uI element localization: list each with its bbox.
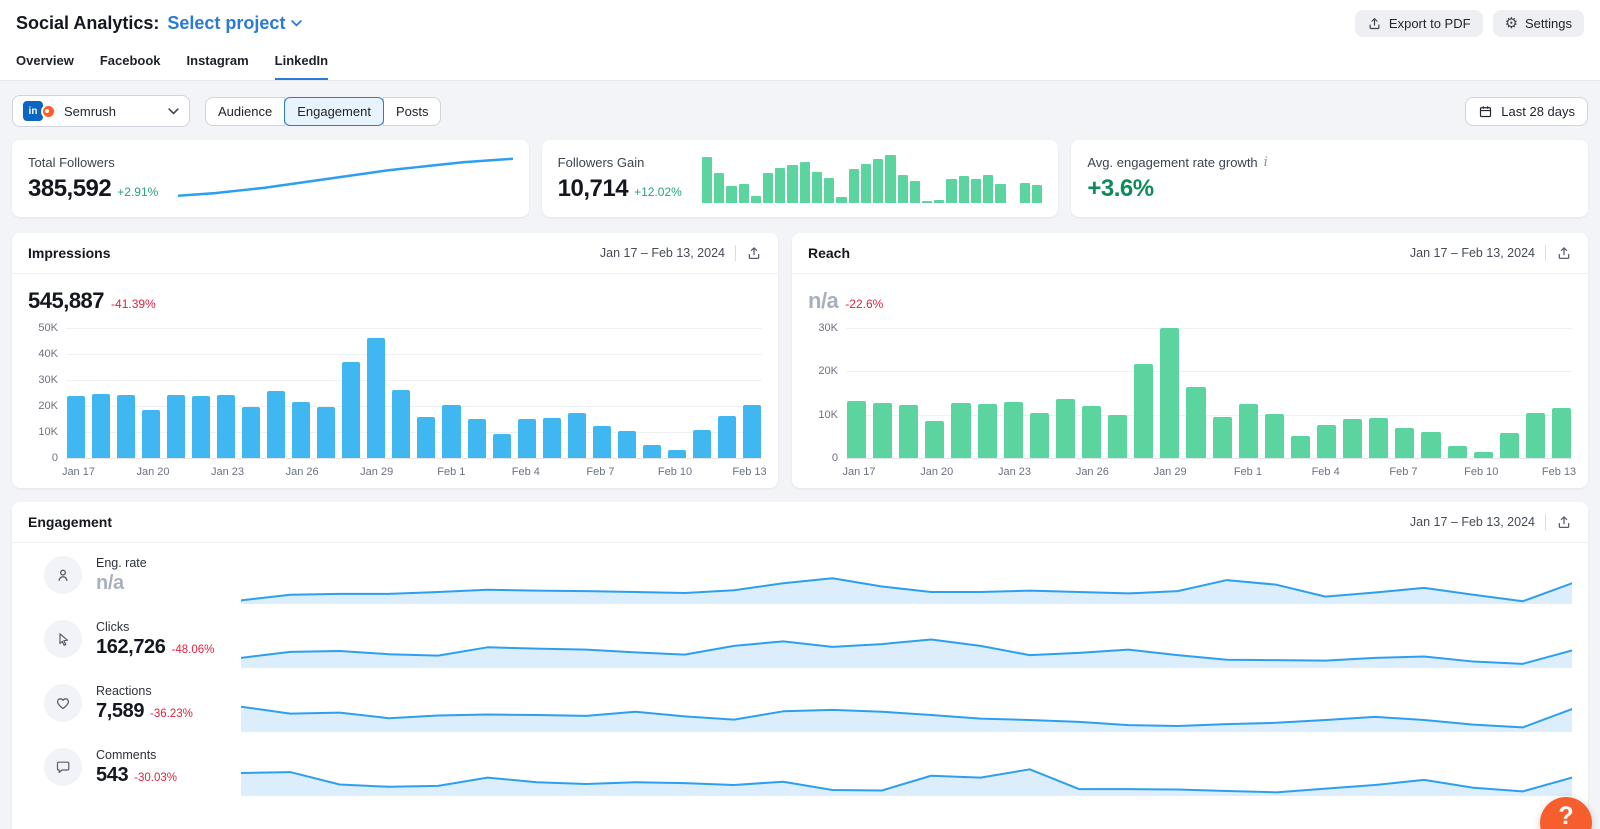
reactions-change: -36.23% (150, 708, 193, 720)
chevron-down-icon (291, 20, 302, 27)
clicks-label: Clicks (96, 620, 227, 634)
reactions-label: Reactions (96, 684, 227, 698)
person-icon (44, 556, 82, 594)
comment-icon (44, 748, 82, 786)
project-selector[interactable]: Select project (167, 13, 302, 34)
comments-value: 543 (96, 764, 128, 787)
impressions-change: -41.39% (111, 297, 156, 311)
date-range-button[interactable]: Last 28 days (1465, 97, 1588, 126)
reach-change: -22.6% (845, 297, 883, 311)
semrush-badge-icon (41, 104, 56, 119)
tab-bar: Overview Facebook Instagram LinkedIn (16, 53, 1584, 80)
total-followers-sparkline (178, 157, 512, 201)
question-mark-icon: ? (1558, 802, 1573, 829)
export-pdf-label: Export to PDF (1389, 16, 1471, 31)
settings-label: Settings (1525, 16, 1572, 31)
view-segmented-control: Audience Engagement Posts (206, 97, 441, 126)
segment-engagement[interactable]: Engagement (284, 97, 384, 126)
divider (1545, 245, 1546, 261)
reach-title: Reach (808, 245, 850, 261)
date-range-label: Last 28 days (1501, 104, 1575, 119)
followers-gain-card: Followers Gain 10,714 +12.02% (542, 140, 1059, 217)
clicks-value: 162,726 (96, 636, 166, 659)
tab-facebook[interactable]: Facebook (100, 53, 161, 80)
reach-chart: 30K20K10K0Jan 17Jan 20Jan 23Jan 26Jan 29… (808, 328, 1572, 480)
top-bar: Social Analytics: Select project Export … (0, 0, 1600, 81)
followers-gain-value: 10,714 (558, 175, 628, 203)
eng-rate-value: n/a (96, 572, 124, 595)
summary-cards-row: Total Followers 385,592 +2.91% Followers… (12, 140, 1588, 217)
gear-icon: ⚙ (1505, 16, 1518, 31)
cursor-icon (44, 620, 82, 658)
engagement-row-reactions: Reactions 7,589 -36.23% (12, 671, 1588, 735)
project-selector-label: Select project (167, 13, 285, 34)
account-name: Semrush (64, 104, 116, 119)
clicks-chart (241, 622, 1572, 668)
engagement-row-eng-rate: Eng. rate n/a (12, 543, 1588, 607)
content-area: in Semrush Audience Engagement Posts Las… (0, 81, 1600, 829)
divider (1545, 514, 1546, 530)
linkedin-icon: in (23, 101, 43, 121)
reach-export-button[interactable] (1556, 245, 1572, 261)
page-title: Social Analytics: (16, 13, 159, 34)
impressions-chart: 50K40K30K20K10K0Jan 17Jan 20Jan 23Jan 26… (28, 328, 762, 480)
avg-engagement-rate-card: Avg. engagement rate growth i +3.6% (1071, 140, 1588, 217)
impressions-export-button[interactable] (746, 245, 762, 261)
filters-toolbar: in Semrush Audience Engagement Posts Las… (12, 95, 1588, 127)
engagement-row-clicks: Clicks 162,726 -48.06% (12, 607, 1588, 671)
followers-gain-change: +12.02% (634, 185, 682, 199)
followers-gain-label: Followers Gain (558, 155, 682, 170)
upload-icon (746, 245, 762, 261)
comments-label: Comments (96, 748, 227, 762)
segment-audience[interactable]: Audience (205, 97, 285, 126)
social-analytics-page: Social Analytics: Select project Export … (0, 0, 1600, 829)
reach-value: n/a (808, 288, 838, 314)
avg-engagement-rate-value: +3.6% (1087, 175, 1153, 203)
engagement-export-button[interactable] (1556, 514, 1572, 530)
total-followers-label: Total Followers (28, 155, 158, 170)
eng-rate-label: Eng. rate (96, 556, 227, 570)
avg-engagement-rate-label: Avg. engagement rate growth (1087, 155, 1257, 170)
total-followers-card: Total Followers 385,592 +2.91% (12, 140, 529, 217)
clicks-change: -48.06% (172, 644, 215, 656)
impressions-value: 545,887 (28, 288, 104, 314)
impressions-title: Impressions (28, 245, 110, 261)
upload-icon (1556, 514, 1572, 530)
settings-button[interactable]: ⚙ Settings (1493, 10, 1584, 37)
chevron-down-icon (168, 108, 179, 115)
charts-row: Impressions Jan 17 – Feb 13, 2024 545,88… (12, 233, 1588, 488)
eng-rate-chart (241, 558, 1572, 604)
engagement-date-range: Jan 17 – Feb 13, 2024 (1410, 515, 1535, 529)
reach-card: Reach Jan 17 – Feb 13, 2024 n/a -22.6% (792, 233, 1588, 488)
divider (735, 245, 736, 261)
followers-gain-sparkline (702, 155, 1043, 203)
impressions-date-range: Jan 17 – Feb 13, 2024 (600, 246, 725, 260)
total-followers-change: +2.91% (117, 185, 158, 199)
reactions-value: 7,589 (96, 700, 144, 723)
impressions-card: Impressions Jan 17 – Feb 13, 2024 545,88… (12, 233, 778, 488)
segment-posts[interactable]: Posts (383, 97, 442, 126)
info-icon[interactable]: i (1264, 155, 1268, 170)
engagement-title: Engagement (28, 514, 112, 530)
comments-change: -30.03% (134, 772, 177, 784)
calendar-icon (1478, 104, 1493, 119)
engagement-card: Engagement Jan 17 – Feb 13, 2024 Eng. ra… (12, 502, 1588, 829)
tab-overview[interactable]: Overview (16, 53, 74, 80)
upload-icon (1367, 16, 1382, 31)
reach-date-range: Jan 17 – Feb 13, 2024 (1410, 246, 1535, 260)
export-pdf-button[interactable]: Export to PDF (1355, 10, 1483, 37)
account-selector-dropdown[interactable]: in Semrush (12, 95, 190, 127)
heart-icon (44, 684, 82, 722)
comments-chart (241, 750, 1572, 796)
tab-instagram[interactable]: Instagram (187, 53, 249, 80)
tab-linkedin[interactable]: LinkedIn (275, 53, 328, 80)
total-followers-value: 385,592 (28, 175, 111, 203)
engagement-row-comments: Comments 543 -30.03% (12, 735, 1588, 799)
upload-icon (1556, 245, 1572, 261)
reactions-chart (241, 686, 1572, 732)
